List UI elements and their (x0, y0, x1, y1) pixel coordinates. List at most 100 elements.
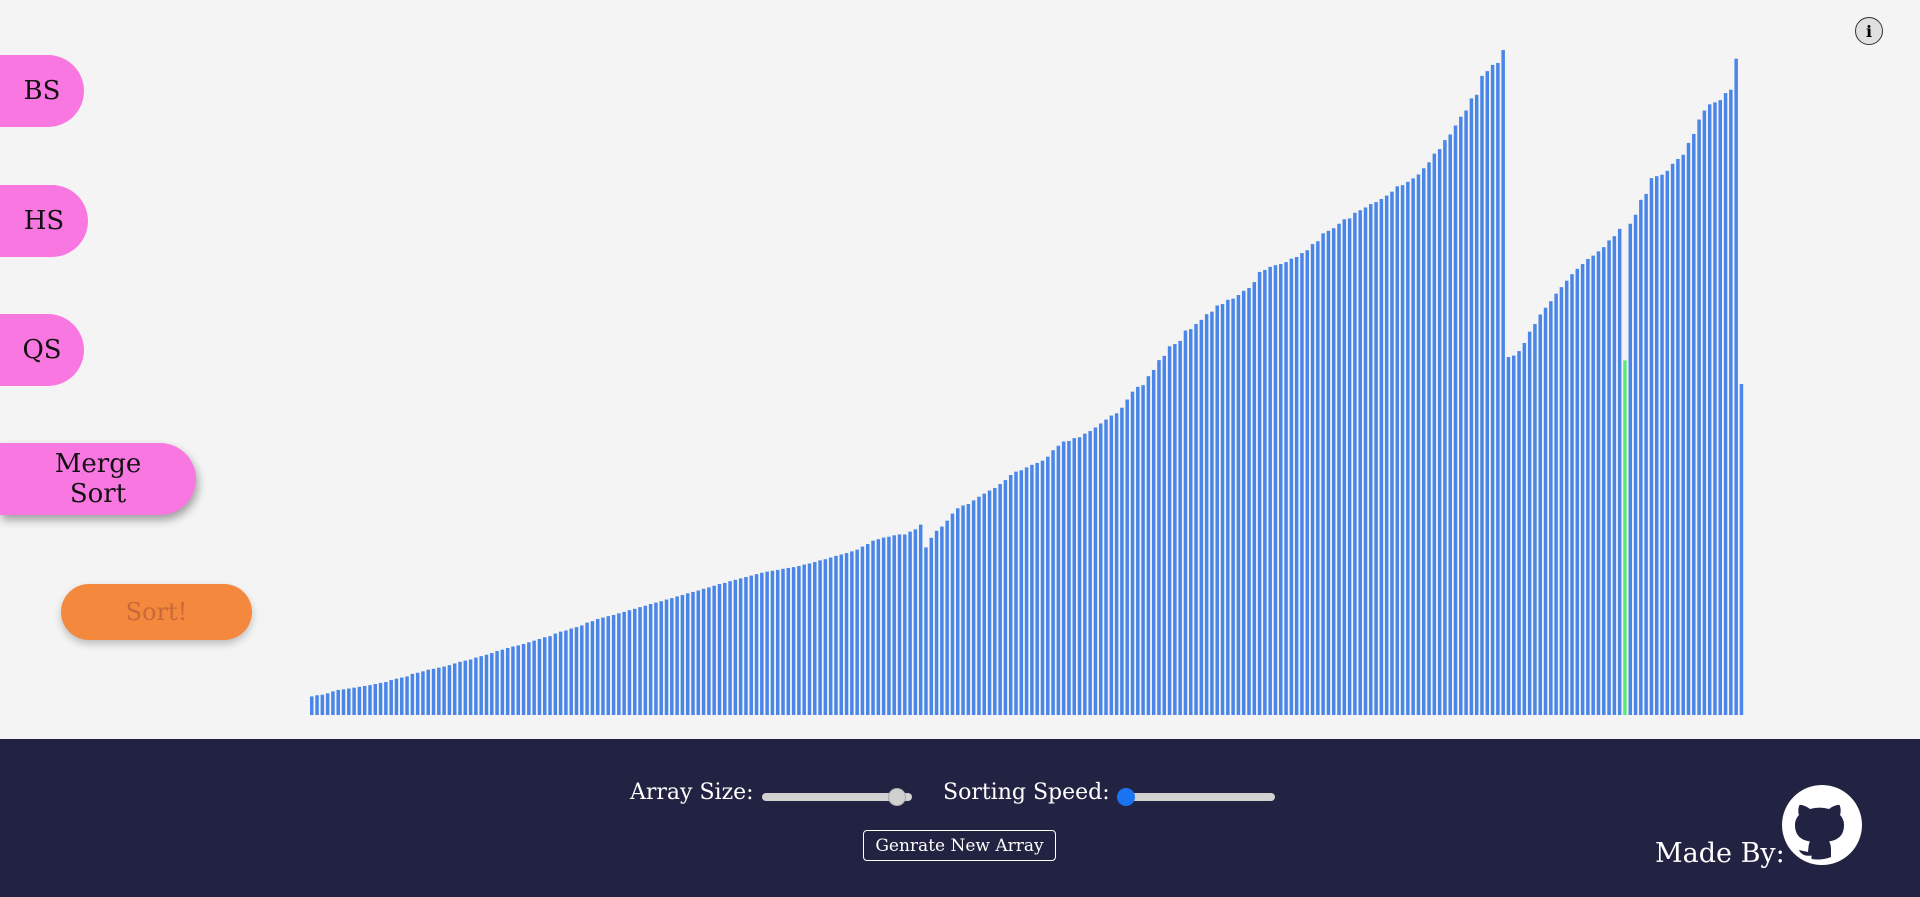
array-bar (1040, 460, 1045, 715)
array-bar (977, 496, 981, 715)
array-size-slider-thumb[interactable] (887, 788, 906, 806)
array-bar (1257, 271, 1262, 715)
array-bar (887, 536, 891, 715)
array-bar (1369, 204, 1373, 715)
array-bar (1151, 369, 1156, 715)
array-bar (1718, 100, 1723, 716)
array-bar (1729, 89, 1733, 715)
array-bar (452, 663, 457, 716)
array-bar (993, 487, 997, 715)
array-bar (913, 529, 918, 715)
generate-new-array-button[interactable]: Genrate New Array (863, 830, 1056, 861)
array-bar (1554, 293, 1558, 715)
sorting-speed-slider-thumb[interactable] (1117, 788, 1135, 806)
array-bar (1305, 250, 1309, 715)
array-bar (786, 567, 791, 715)
array-bar (1173, 344, 1177, 715)
array-bar (548, 636, 552, 715)
array-bar (1294, 257, 1299, 715)
array-bar (1416, 174, 1421, 716)
array-bar (1649, 178, 1654, 715)
array-bar (839, 554, 844, 715)
array-bar (723, 582, 727, 715)
array-bar (1220, 304, 1225, 715)
array-bar (590, 621, 595, 716)
array-bar (1300, 253, 1304, 715)
array-bar (744, 576, 748, 715)
array-bar (940, 526, 944, 716)
array-bar (1522, 342, 1527, 715)
array-bar-chart (310, 49, 1744, 716)
array-bar (775, 569, 780, 715)
array-bar (1178, 340, 1182, 715)
array-bar (1289, 258, 1294, 715)
array-bar (527, 642, 531, 715)
array-bar (1395, 186, 1400, 715)
array-bar (903, 534, 907, 715)
array-bar (1014, 471, 1018, 715)
array-bar (866, 544, 870, 715)
array-bar (606, 616, 611, 715)
array-bar (1109, 415, 1114, 715)
array-bar (1639, 199, 1643, 715)
array-bar (966, 504, 971, 715)
array-size-slider[interactable] (762, 788, 912, 806)
sorting-speed-slider[interactable] (1117, 788, 1275, 806)
array-bar (1008, 475, 1013, 715)
array-bar (956, 508, 960, 715)
array-bar (1739, 384, 1744, 715)
array-bar (1035, 462, 1039, 715)
array-bar (929, 537, 934, 715)
array-bar (1189, 329, 1193, 715)
array-bar (368, 685, 372, 715)
array-bar (468, 659, 473, 715)
array-bar (1098, 423, 1103, 715)
array-bar (1411, 178, 1415, 715)
array-bar (569, 628, 573, 715)
array-bar (1241, 290, 1246, 715)
array-bar (1564, 280, 1569, 715)
array-bar (680, 595, 685, 715)
array-bar (1088, 431, 1092, 715)
array-bar (1194, 324, 1198, 715)
array-bar (1263, 269, 1267, 715)
array-bar (998, 484, 1002, 715)
array-bar (1210, 311, 1214, 715)
array-bar (1247, 287, 1251, 715)
array-bar (325, 693, 330, 715)
array-bar (1707, 104, 1712, 716)
array-bar (1146, 376, 1151, 715)
array-bar (961, 505, 965, 715)
array-bar (1379, 198, 1384, 716)
array-bar (1120, 407, 1124, 715)
array-bar (918, 524, 923, 715)
array-bar (1077, 437, 1082, 715)
array-bar (458, 661, 462, 715)
array-bar (1559, 287, 1564, 715)
array-bar (971, 500, 976, 715)
array-bar (532, 640, 536, 715)
array-bar (855, 549, 859, 715)
array-bar (1602, 247, 1606, 715)
array-bar (405, 676, 409, 715)
array-bar (601, 617, 605, 715)
array-bar (484, 654, 489, 715)
array-bar (685, 593, 690, 715)
array-bar (347, 688, 351, 715)
array-bar (362, 685, 367, 715)
array-bar (760, 572, 764, 715)
github-icon[interactable] (1782, 785, 1862, 865)
array-bar (1538, 314, 1542, 715)
array-bar (389, 680, 393, 715)
control-footer: Array Size: Sorting Speed: Genrate New A… (0, 739, 1920, 897)
array-bar (876, 539, 881, 715)
array-bar (495, 651, 499, 715)
array-bar (1654, 176, 1659, 716)
array-bar (1506, 357, 1511, 715)
array-bar (1284, 262, 1288, 715)
array-bar (564, 630, 568, 715)
array-bar (463, 660, 468, 715)
array-bar (320, 694, 325, 715)
array-bar (1003, 480, 1008, 715)
array-bar (633, 608, 637, 715)
